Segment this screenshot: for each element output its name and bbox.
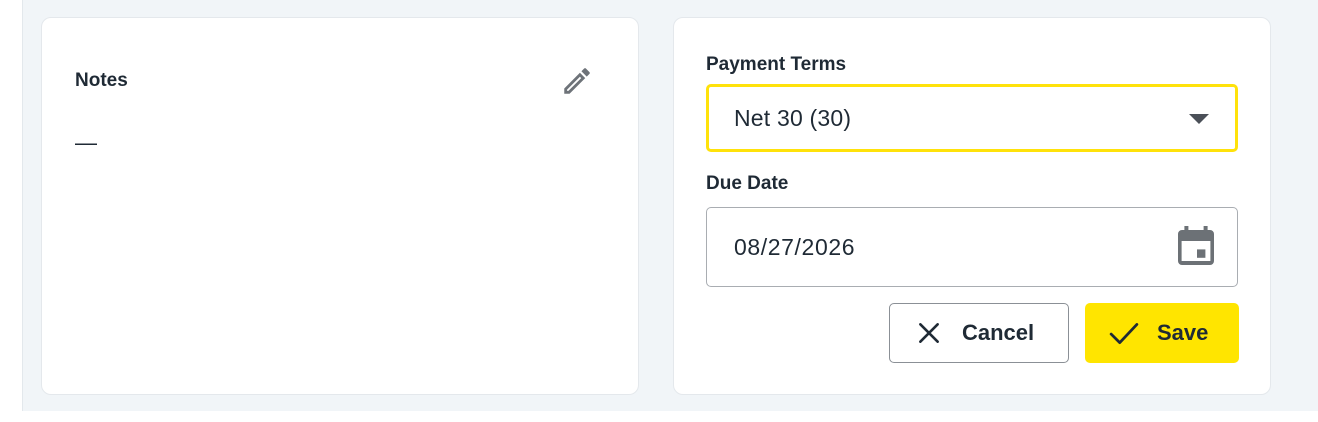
payment-terms-label: Payment Terms: [706, 54, 847, 75]
caret-down-icon: [1189, 114, 1209, 124]
payment-terms-value: Net 30 (30): [734, 104, 852, 131]
due-date-value: 08/27/2026: [734, 233, 856, 260]
notes-card: Notes —: [41, 17, 639, 395]
save-button-label: Save: [1157, 320, 1209, 345]
notes-title: Notes: [75, 70, 128, 91]
close-icon: [914, 318, 944, 348]
cancel-button-label: Cancel: [962, 320, 1035, 345]
calendar-icon[interactable]: [1175, 225, 1217, 267]
cancel-button[interactable]: Cancel: [889, 303, 1069, 363]
save-button[interactable]: Save: [1085, 303, 1239, 363]
notes-value: —: [75, 130, 97, 155]
payment-terms-select[interactable]: Net 30 (30): [706, 84, 1238, 152]
due-date-input[interactable]: 08/27/2026: [706, 207, 1238, 287]
pencil-icon[interactable]: [560, 64, 594, 98]
due-date-label: Due Date: [706, 173, 789, 194]
check-icon: [1109, 318, 1139, 348]
payment-terms-card: Payment Terms Net 30 (30) Due Date 08/27…: [673, 17, 1271, 395]
